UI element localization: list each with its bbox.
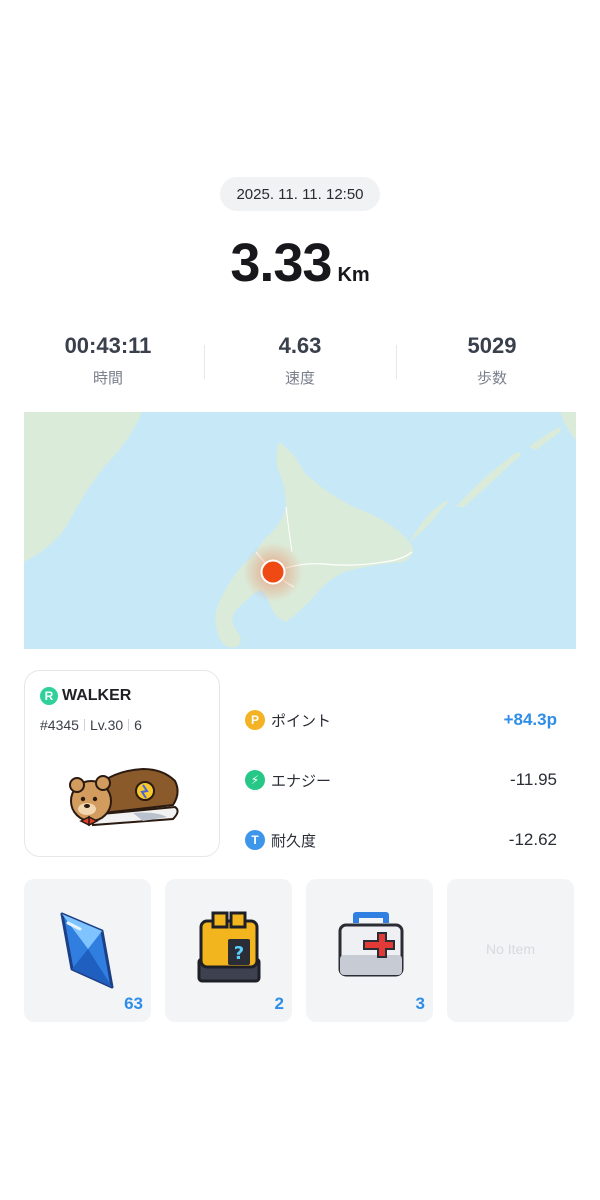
stats-row: 00:43:11 時間 4.63 速度 5029 歩数	[12, 333, 588, 393]
energy-icon: ⚡	[245, 770, 265, 790]
reward-points: P ポイント +84.3p	[245, 690, 575, 750]
walker-name: WALKER	[62, 687, 132, 704]
empty-slot-label: No Item	[485, 941, 535, 957]
item-slot-empty[interactable]: No Item	[447, 879, 574, 1022]
stat-steps-value: 5029	[467, 333, 517, 358]
item-slot-repair-kit[interactable]: 3	[306, 879, 433, 1022]
walker-header: R WALKER	[40, 687, 131, 705]
map-canvas	[24, 412, 576, 649]
walker-meta: #4345 Lv.30 6	[40, 717, 142, 733]
stat-speed-label: 速度	[284, 370, 315, 387]
item-count: 2	[274, 994, 284, 1013]
rarity-badge-icon: R	[40, 687, 58, 705]
item-slot-gem[interactable]: 63	[24, 879, 151, 1022]
rewards-list: P ポイント +84.3p ⚡ エナジー -11.95 T 耐久度 -12.62	[245, 690, 575, 870]
walker-extra-icon: 6	[134, 717, 142, 733]
reward-durability: T 耐久度 -12.62	[245, 810, 575, 870]
reward-label: ポイント	[271, 712, 332, 730]
distance-display: 3.33 Km	[0, 232, 600, 294]
meta-divider	[83, 719, 85, 731]
item-slot-mystery-box[interactable]: ? 2	[165, 879, 292, 1022]
reward-label: エナジー	[271, 772, 332, 790]
distance-value: 3.33	[230, 233, 332, 293]
reward-value: -11.95	[510, 770, 557, 789]
item-count: 63	[124, 994, 143, 1013]
reward-value: -12.62	[508, 830, 557, 849]
meta-divider	[128, 719, 130, 731]
walker-card[interactable]: R WALKER #4345 Lv.30 6	[24, 670, 220, 857]
walker-level: Lv.30	[89, 717, 124, 733]
stat-speed-value: 4.63	[278, 333, 322, 358]
stat-time-value: 00:43:11	[64, 333, 152, 358]
bear-sneaker-icon	[69, 767, 179, 827]
stat-steps-label: 歩数	[476, 370, 507, 387]
stat-time: 00:43:11 時間	[12, 333, 204, 393]
mystery-box-icon: ?	[197, 911, 261, 983]
walker-id: #4345	[40, 717, 79, 733]
item-count: 3	[415, 994, 425, 1013]
points-icon: P	[245, 710, 265, 730]
stat-speed: 4.63 速度	[204, 333, 396, 393]
stat-time-label: 時間	[92, 370, 123, 387]
reward-value: +84.3p	[503, 710, 557, 729]
distance-unit: Km	[337, 264, 370, 286]
durability-icon: T	[245, 830, 265, 850]
items-row: 63 ? 2 3 No Item	[24, 879, 576, 1022]
repair-kit-icon	[338, 912, 404, 977]
location-marker[interactable]	[262, 561, 284, 583]
svg-text:?: ?	[234, 943, 244, 964]
reward-energy: ⚡ エナジー -11.95	[245, 750, 575, 810]
stat-steps: 5029 歩数	[396, 333, 588, 393]
datetime-pill: 2025. 11. 11. 12:50	[220, 177, 380, 211]
reward-label: 耐久度	[271, 832, 317, 850]
route-map[interactable]	[24, 412, 576, 649]
